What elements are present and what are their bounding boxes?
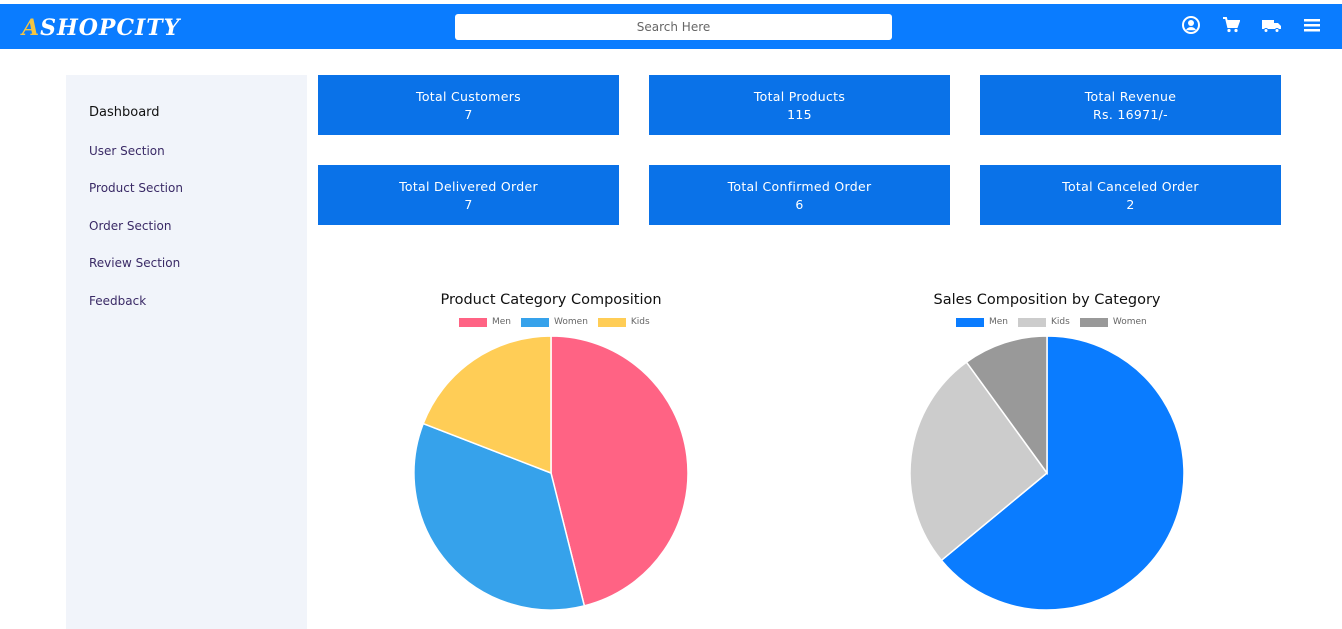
sidebar-item-product-section[interactable]: Product Section — [66, 180, 307, 218]
sidebar-item-user-section[interactable]: User Section — [66, 143, 307, 181]
nav-icons — [1182, 16, 1320, 34]
legend-label: Women — [1112, 317, 1147, 327]
delivery-truck-icon[interactable] — [1262, 18, 1282, 33]
stat-value: 7 — [464, 197, 473, 212]
stat-label: Total Confirmed Order — [727, 179, 872, 194]
legend-label: Men — [492, 317, 512, 327]
sidebar-item-review-section[interactable]: Review Section — [66, 255, 307, 293]
legend-swatch — [521, 317, 550, 327]
legend-item-women[interactable]: Women — [521, 317, 588, 327]
stat-label: Total Products — [753, 89, 846, 104]
shopcity-logo[interactable]: ASHOPCITY — [22, 12, 180, 44]
legend-item-women[interactable]: Women — [1079, 317, 1147, 327]
stat-card-total-confirmed-order: Total Confirmed Order 6 — [649, 165, 950, 225]
stat-card-total-customers: Total Customers 7 — [318, 75, 619, 135]
sidebar-item-dashboard[interactable]: Dashboard — [66, 105, 307, 143]
legend-swatch — [956, 317, 984, 327]
stat-value: 7 — [464, 107, 473, 122]
stat-label: Total Canceled Order — [1062, 179, 1199, 194]
legend-label: Women — [554, 317, 588, 327]
stat-value: 2 — [1126, 197, 1135, 212]
chart-legend-product-category: Men Women Kids — [459, 317, 650, 327]
legend-label: Kids — [1051, 317, 1070, 327]
search-input[interactable] — [455, 14, 892, 40]
legend-swatch — [1018, 317, 1047, 327]
legend-swatch — [1079, 317, 1108, 327]
legend-item-kids[interactable]: Kids — [597, 317, 650, 327]
legend-item-kids[interactable]: Kids — [1018, 317, 1070, 327]
cart-icon[interactable] — [1222, 17, 1240, 33]
chart-title-sales-composition: Sales Composition by Category — [933, 292, 1161, 308]
stat-card-total-canceled-order: Total Canceled Order 2 — [980, 165, 1281, 225]
legend-label: Men — [989, 317, 1009, 327]
stat-value: 115 — [787, 107, 812, 122]
admin-sidebar: Dashboard User Section Product Section O… — [66, 75, 307, 629]
top-navbar: ASHOPCITY — [0, 4, 1342, 49]
legend-swatch — [459, 317, 487, 327]
stat-card-total-revenue: Total Revenue Rs. 16971/- — [980, 75, 1281, 135]
pie-chart-product-category — [413, 335, 689, 611]
chart-legend-sales-composition: Men Kids Women — [956, 317, 1147, 327]
stat-card-total-products: Total Products 115 — [649, 75, 950, 135]
stat-value: 6 — [795, 197, 804, 212]
sidebar-item-order-section[interactable]: Order Section — [66, 218, 307, 256]
account-icon[interactable] — [1182, 16, 1200, 34]
stat-label: Total Customers — [416, 89, 521, 104]
stat-card-total-delivered-order: Total Delivered Order 7 — [318, 165, 619, 225]
legend-item-men[interactable]: Men — [956, 317, 1008, 327]
legend-swatch — [597, 317, 626, 327]
chart-title-product-category: Product Category Composition — [440, 292, 662, 308]
logo-text: ASHOPCITY — [22, 15, 181, 41]
legend-item-men[interactable]: Men — [459, 317, 511, 327]
stat-value: Rs. 16971/- — [1093, 107, 1168, 122]
stat-label: Total Revenue — [1084, 89, 1177, 104]
menu-icon[interactable] — [1304, 18, 1320, 32]
pie-chart-sales-composition — [909, 335, 1185, 611]
legend-label: Kids — [630, 317, 650, 327]
stat-label: Total Delivered Order — [399, 179, 538, 194]
sidebar-item-feedback[interactable]: Feedback — [66, 293, 307, 331]
